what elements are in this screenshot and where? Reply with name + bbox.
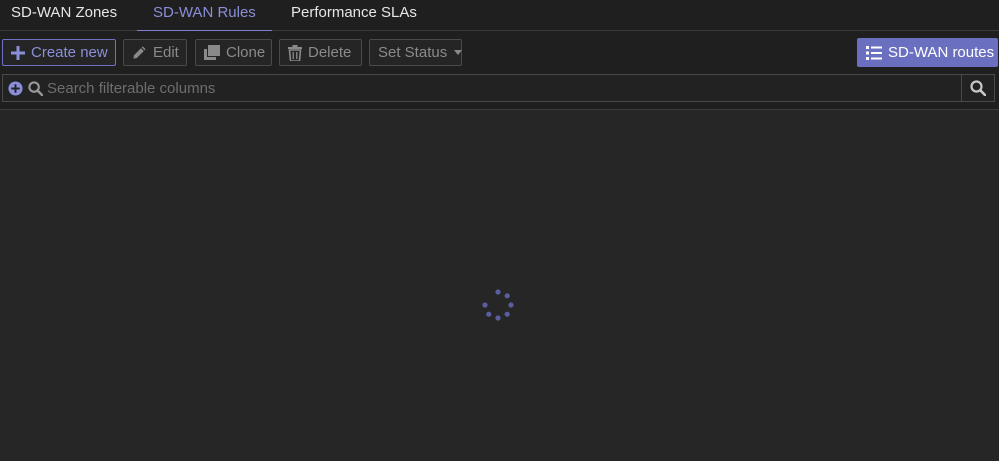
caret-down-icon (454, 50, 463, 55)
tab-sdwan-zones[interactable]: SD-WAN Zones (11, 0, 117, 31)
tab-performance-slas[interactable]: Performance SLAs (291, 0, 417, 31)
create-new-label: Create new (31, 44, 108, 61)
search-row (0, 72, 999, 110)
loading-spinner-icon (482, 289, 514, 321)
create-new-button[interactable]: Create new (2, 39, 116, 66)
edit-button[interactable]: Edit (123, 39, 187, 66)
sdwan-routes-label: SD-WAN routes (888, 44, 995, 61)
search-box (2, 74, 962, 102)
clone-label: Clone (226, 44, 266, 61)
toolbar: Create new Edit Clone Delete Set Status (0, 31, 999, 72)
delete-label: Delete (308, 44, 352, 61)
sdwan-routes-button[interactable]: SD-WAN routes (857, 38, 998, 67)
search-icon (970, 80, 986, 96)
tab-bar: SD-WAN Zones SD-WAN Rules Performance SL… (0, 0, 999, 32)
set-status-label: Set Status (378, 44, 448, 61)
trash-icon (288, 44, 302, 61)
search-input[interactable] (47, 79, 927, 97)
plus-icon (11, 45, 25, 60)
list-icon (866, 45, 882, 60)
clone-button[interactable]: Clone (195, 39, 272, 66)
clone-icon (204, 45, 220, 60)
set-status-dropdown[interactable]: Set Status (369, 39, 463, 66)
search-button[interactable] (961, 74, 995, 102)
plus-circle-icon[interactable] (8, 80, 23, 96)
delete-button[interactable]: Delete (279, 39, 362, 66)
pencil-icon (133, 46, 146, 59)
search-icon (28, 80, 43, 96)
edit-label: Edit (153, 44, 179, 61)
tab-sdwan-rules[interactable]: SD-WAN Rules (137, 0, 272, 32)
